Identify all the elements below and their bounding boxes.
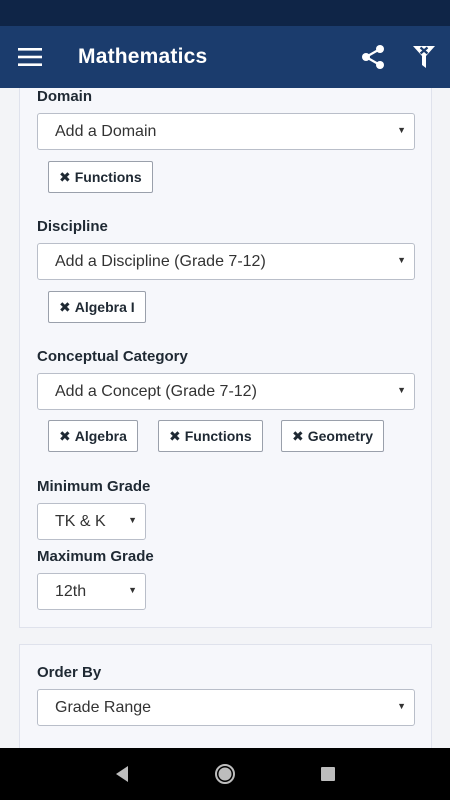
dropdown-caret-icon: ▼ — [397, 701, 406, 711]
chip-label: Algebra I — [74, 299, 135, 315]
discipline-select-value: Add a Discipline (Grade 7-12) — [55, 252, 266, 270]
domain-select[interactable]: Add a Domain ▼ — [37, 113, 415, 150]
status-bar — [0, 0, 450, 26]
dropdown-caret-icon: ▼ — [128, 515, 137, 525]
domain-select-value: Add a Domain — [55, 122, 157, 140]
chip-label: Geometry — [307, 428, 374, 444]
back-triangle-icon[interactable] — [102, 754, 142, 794]
page-title: Mathematics — [78, 45, 208, 68]
chip-concept-functions[interactable]: ✖ Functions — [158, 420, 263, 452]
chip-label: Functions — [184, 428, 252, 444]
max-grade-value: 12th — [55, 582, 87, 600]
min-grade-value: TK & K — [55, 512, 106, 530]
remove-x-icon: ✖ — [292, 427, 304, 444]
domain-label: Domain — [37, 88, 93, 105]
min-grade-label: Minimum Grade — [37, 478, 151, 495]
concept-select-value: Add a Concept (Grade 7-12) — [55, 382, 257, 400]
discipline-label: Discipline — [37, 218, 108, 235]
order-by-value: Grade Range — [55, 698, 152, 716]
order-by-select[interactable]: Grade Range ▼ — [37, 689, 415, 726]
recents-square-icon[interactable] — [308, 754, 348, 794]
max-grade-label: Maximum Grade — [37, 548, 154, 565]
filters-card: Domain Add a Domain ▼ ✖ Functions Discip… — [19, 88, 432, 628]
chip-label: Functions — [74, 169, 142, 185]
hamburger-menu-icon[interactable] — [0, 26, 60, 88]
chip-label: Algebra — [74, 428, 127, 444]
share-icon[interactable] — [348, 26, 398, 88]
app-bar: Mathematics — [0, 26, 450, 88]
concept-select[interactable]: Add a Concept (Grade 7-12) ▼ — [37, 373, 415, 410]
dropdown-caret-icon: ▼ — [397, 125, 406, 135]
system-nav-bar — [0, 748, 450, 800]
chip-discipline-algebra-i[interactable]: ✖ Algebra I — [48, 291, 146, 323]
remove-x-icon: ✖ — [59, 427, 71, 444]
min-grade-select[interactable]: TK & K ▼ — [37, 503, 146, 540]
concept-label: Conceptual Category — [37, 348, 188, 365]
home-circle-icon[interactable] — [205, 754, 245, 794]
remove-x-icon: ✖ — [59, 168, 71, 185]
dropdown-caret-icon: ▼ — [397, 385, 406, 395]
chip-concept-algebra[interactable]: ✖ Algebra — [48, 420, 138, 452]
order-by-label: Order By — [37, 664, 102, 681]
remove-x-icon: ✖ — [59, 298, 71, 315]
dropdown-caret-icon: ▼ — [397, 255, 406, 265]
order-card: Order By Grade Range ▼ — [19, 644, 432, 748]
filter-content[interactable]: Domain Add a Domain ▼ ✖ Functions Discip… — [0, 88, 450, 748]
chip-concept-geometry[interactable]: ✖ Geometry — [281, 420, 385, 452]
remove-x-icon: ✖ — [169, 427, 181, 444]
max-grade-select[interactable]: 12th ▼ — [37, 573, 146, 610]
chip-domain-functions[interactable]: ✖ Functions — [48, 161, 153, 193]
dropdown-caret-icon: ▼ — [128, 585, 137, 595]
discipline-select[interactable]: Add a Discipline (Grade 7-12) ▼ — [37, 243, 415, 280]
filter-clear-icon[interactable] — [398, 26, 450, 88]
